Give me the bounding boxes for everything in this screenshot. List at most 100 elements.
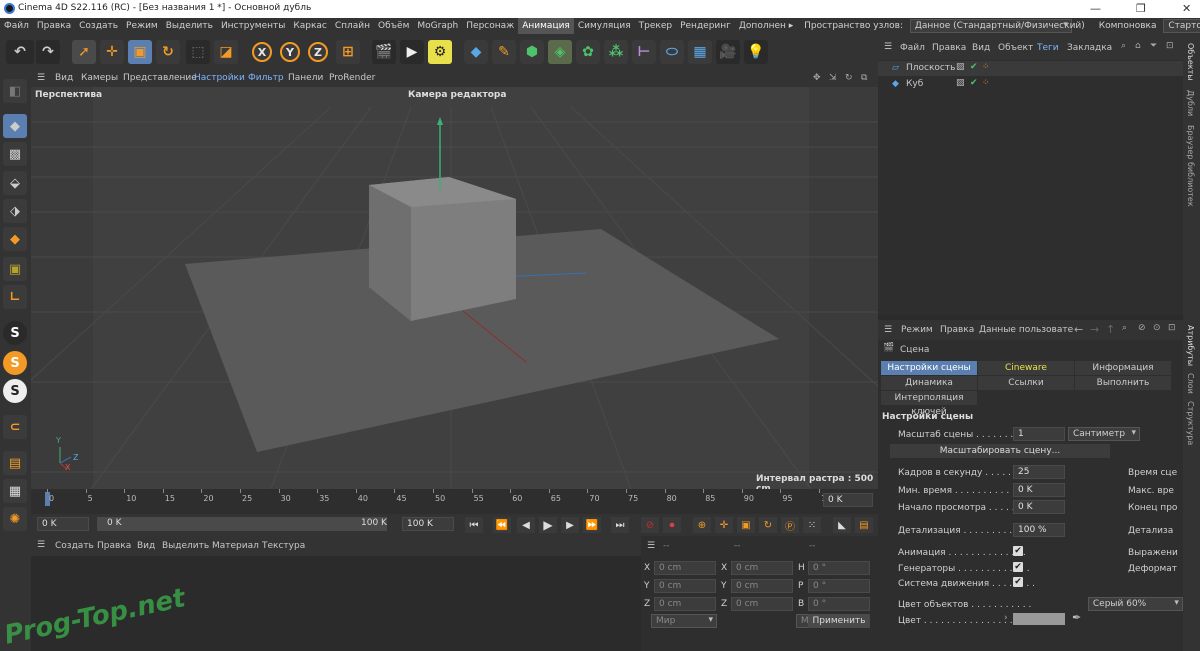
object-menu-objects[interactable]: Объект	[998, 43, 1033, 53]
tag-icon[interactable]: ⁘	[982, 78, 990, 88]
lod-field[interactable]: 100 %	[1013, 523, 1065, 537]
rotate-icon[interactable]: ↻	[156, 40, 180, 64]
object-name[interactable]: Куб	[906, 79, 923, 89]
filter-icon[interactable]: ⏷	[1150, 41, 1157, 51]
scale-icon[interactable]: ▣	[128, 40, 152, 64]
viewport-menu-view[interactable]: Вид	[55, 73, 73, 83]
next-key-icon[interactable]: ⏩	[583, 517, 601, 533]
tab-content-browser[interactable]: Браузер библиотек	[1186, 125, 1195, 207]
tab-attributes[interactable]: Атрибуты	[1186, 325, 1195, 366]
viewport-zoom-icon[interactable]: ⇲	[829, 73, 837, 83]
coord-mode-select[interactable]: Мир	[651, 614, 717, 628]
tab-info[interactable]: Информация	[1075, 361, 1171, 375]
prev-frame-icon[interactable]: ◀	[517, 517, 535, 533]
coordinate-system-icon[interactable]: ⊞	[336, 40, 360, 64]
attr-new-view-icon[interactable]: ⊡	[1168, 323, 1176, 333]
home-icon[interactable]: ⌂	[1135, 41, 1141, 51]
play-icon[interactable]: ▶	[539, 517, 557, 533]
viewport-maximize-icon[interactable]: ⧉	[861, 73, 867, 83]
eyedropper-icon[interactable]: ✒	[1072, 611, 1081, 624]
material-menu-icon[interactable]: ☰	[37, 540, 45, 550]
render-view-icon[interactable]: 🎬	[372, 40, 396, 64]
model-mode-icon[interactable]: ◆	[3, 114, 27, 138]
viewport-menu-display[interactable]: Представление	[123, 73, 197, 83]
menu-file[interactable]: Файл	[0, 18, 33, 34]
viewport-move-icon[interactable]: ✥	[813, 73, 821, 83]
record-keys-icon[interactable]: ⊘	[641, 517, 659, 533]
locked-workplane-icon[interactable]: ▤	[3, 451, 27, 475]
menu-mograph[interactable]: MoGraph	[413, 18, 462, 34]
scale-scene-button[interactable]: Масштабировать сцену...	[890, 444, 1110, 458]
material-menu-edit[interactable]: Правка	[97, 541, 131, 551]
object-name[interactable]: Плоскость	[906, 63, 955, 73]
pen-spline-icon[interactable]: ✎	[492, 40, 516, 64]
menu-edit[interactable]: Правка	[33, 18, 75, 34]
object-menu-view[interactable]: Вид	[972, 43, 990, 53]
menu-tracker[interactable]: Трекер	[635, 18, 676, 34]
next-frame-icon[interactable]: ▶	[561, 517, 579, 533]
scene-scale-unit-select[interactable]: Сантиметр	[1068, 427, 1140, 441]
solo-icon[interactable]: ✺	[3, 507, 27, 531]
new-attr-icon[interactable]: ⊙	[1153, 323, 1161, 333]
object-row-plane[interactable]: ▱ Плоскость ▨ ✔ ⁘	[878, 61, 1183, 76]
layout-select[interactable]: Стартовая	[1163, 19, 1200, 33]
tab-objects[interactable]: Объекты	[1186, 43, 1195, 81]
tab-dynamics[interactable]: Динамика	[881, 376, 977, 390]
key-scale-icon[interactable]: ▣	[737, 517, 755, 533]
viewport-menu-options[interactable]: Настройки	[194, 73, 245, 83]
floor-icon[interactable]: ▦	[688, 40, 712, 64]
viewport-menu-prorender[interactable]: ProRender	[329, 73, 375, 83]
timeline-ruler[interactable]: 0510152025303540455055606570758085909510…	[31, 489, 878, 514]
coord-rot-p-field[interactable]: 0 °	[808, 579, 870, 593]
viewport-menu-icon[interactable]: ☰	[37, 73, 45, 83]
object-menu-file[interactable]: Файл	[900, 43, 925, 53]
lock-icon[interactable]: ⊘	[1138, 323, 1146, 333]
menu-tools[interactable]: Инструменты	[217, 18, 289, 34]
close-icon[interactable]: ✕	[1182, 2, 1191, 15]
cloner-icon[interactable]: ✿	[576, 40, 600, 64]
coord-size-z-field[interactable]: 0 cm	[731, 597, 793, 611]
menu-mode[interactable]: Режим	[122, 18, 162, 34]
menu-select[interactable]: Выделить	[162, 18, 217, 34]
material-menu-view[interactable]: Вид	[137, 541, 155, 551]
workplane-icon[interactable]: ⊂	[3, 415, 27, 439]
coord-rot-h-field[interactable]: 0 °	[808, 561, 870, 575]
new-view-icon[interactable]: ⊡	[1166, 41, 1174, 51]
color-swatch[interactable]	[1013, 613, 1065, 625]
viewport-menu-cameras[interactable]: Камеры	[81, 73, 118, 83]
visibility-icon[interactable]: ▨	[956, 78, 965, 88]
interpolation-icon[interactable]: ◣	[833, 517, 851, 533]
texture-mode-icon[interactable]: ▩	[3, 142, 27, 166]
object-menu-edit[interactable]: Правка	[932, 43, 966, 53]
edges-mode-icon[interactable]: ⬗	[3, 199, 27, 223]
camera-icon[interactable]: 🎥	[716, 40, 740, 64]
redo-icon[interactable]: ↷	[36, 40, 60, 64]
coord-size-x-field[interactable]: 0 cm	[731, 561, 793, 575]
key-pla-icon[interactable]: ⁙	[803, 517, 821, 533]
attr-menu-mode[interactable]: Режим	[901, 325, 933, 335]
start-frame-field[interactable]: 0 K	[37, 517, 89, 531]
tab-structure[interactable]: Структура	[1186, 401, 1195, 445]
light-icon[interactable]: 💡	[744, 40, 768, 64]
tab-takes[interactable]: Дубли	[1186, 90, 1195, 116]
tab-todo[interactable]: Выполнить	[1075, 376, 1171, 390]
maximize-icon[interactable]: ❐	[1136, 2, 1146, 15]
goto-end-icon[interactable]: ⏭	[611, 517, 629, 533]
snap-settings-icon[interactable]: S	[3, 351, 27, 375]
live-selection-icon[interactable]: ◪	[214, 40, 238, 64]
tab-layers[interactable]: Слои	[1186, 373, 1195, 394]
coord-pos-y-field[interactable]: 0 cm	[654, 579, 716, 593]
scene-scale-field[interactable]: 1	[1013, 427, 1065, 441]
render-settings-icon[interactable]: ⚙	[428, 40, 452, 64]
key-rotate-icon[interactable]: ↻	[759, 517, 777, 533]
back-arrow-icon[interactable]: ←	[1074, 323, 1083, 336]
prev-key-icon[interactable]: ⏪	[493, 517, 511, 533]
coord-rot-b-field[interactable]: 0 °	[808, 597, 870, 611]
motion-system-checkbox[interactable]: ✔	[1013, 577, 1023, 587]
material-area[interactable]: Prog-Top.net	[2, 556, 641, 651]
menu-render[interactable]: Рендеринг	[676, 18, 735, 34]
field-icon[interactable]: ⬭	[660, 40, 684, 64]
points-mode-icon[interactable]: ⬙	[3, 171, 27, 195]
menu-animation[interactable]: Анимация	[518, 18, 574, 34]
menu-spline[interactable]: Сплайн	[331, 18, 374, 34]
